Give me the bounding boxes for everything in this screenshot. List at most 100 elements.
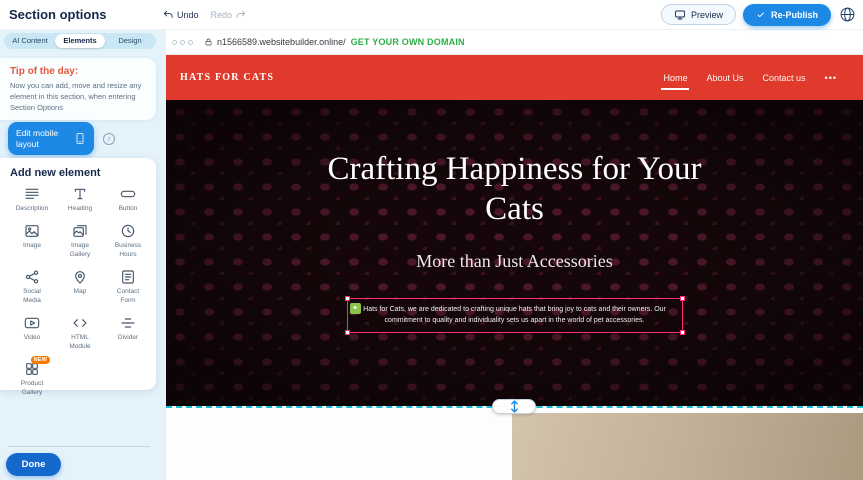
- element-image-gallery[interactable]: Image Gallery: [57, 223, 103, 259]
- edit-mobile-layout-label: Edit mobile layout: [16, 128, 69, 148]
- history-controls: Undo Redo: [160, 7, 249, 22]
- handle-dots: ····: [493, 403, 506, 410]
- tab-design[interactable]: Design: [105, 34, 155, 48]
- site-url[interactable]: n1566589.websitebuilder.online/: [217, 37, 346, 47]
- site-logo[interactable]: HATS FOR CATS: [180, 72, 274, 83]
- hero-subtitle[interactable]: More than Just Accessories: [416, 251, 612, 272]
- undo-icon: [163, 9, 174, 20]
- image-icon: [24, 223, 40, 239]
- tab-ai-content[interactable]: AI Content: [5, 34, 55, 48]
- ai-chip-icon[interactable]: ✦: [350, 303, 361, 314]
- handle-dots: ····: [522, 403, 535, 410]
- element-divider[interactable]: Divider: [105, 315, 151, 351]
- image-gallery-icon: [72, 223, 88, 239]
- hero-title[interactable]: Crafting Happiness for Your Cats: [315, 150, 715, 229]
- tip-card: Tip of the day: Now you can add, move an…: [0, 58, 156, 120]
- nav-contact-us[interactable]: Contact us: [763, 73, 806, 83]
- selection-handle[interactable]: [345, 330, 350, 335]
- selection-handle[interactable]: [345, 296, 350, 301]
- element-product-gallery[interactable]: NEW Product Gallery: [9, 361, 55, 397]
- preview-label: Preview: [691, 10, 723, 20]
- element-business-hours[interactable]: Business Hours: [105, 223, 151, 259]
- window-dot: [180, 40, 185, 45]
- social-media-icon: [24, 269, 40, 285]
- element-social-media[interactable]: Social Media: [9, 269, 55, 305]
- new-badge: NEW: [31, 356, 50, 364]
- element-label: Divider: [111, 334, 145, 342]
- tab-elements[interactable]: Elements: [55, 34, 105, 48]
- preview-button[interactable]: Preview: [661, 4, 736, 25]
- undo-label: Undo: [177, 10, 199, 20]
- element-heading[interactable]: Heading: [57, 186, 103, 213]
- get-domain-link[interactable]: GET YOUR OWN DOMAIN: [351, 37, 465, 47]
- globe-icon: [839, 6, 856, 23]
- add-element-title: Add new element: [10, 167, 151, 179]
- site-nav: Home About Us Contact us •••: [663, 73, 837, 83]
- element-html-module[interactable]: HTML Module: [57, 315, 103, 351]
- element-label: Image: [15, 242, 49, 250]
- info-icon[interactable]: i: [103, 133, 115, 145]
- sidebar-tabs: AI Content Elements Design: [4, 33, 156, 49]
- page-title: Section options: [0, 7, 160, 22]
- hero-section[interactable]: Crafting Happiness for Your Cats More th…: [166, 100, 863, 406]
- topbar-actions: Preview Re-Publish: [661, 4, 863, 26]
- next-section-image[interactable]: [512, 413, 863, 480]
- hero-paragraph[interactable]: Hats for Cats, we are dedicated to craft…: [354, 304, 676, 326]
- sidebar: AI Content Elements Design Tip of the da…: [0, 30, 166, 480]
- browser-chrome: n1566589.websitebuilder.online/ GET YOUR…: [166, 30, 863, 55]
- selection-handle[interactable]: [680, 296, 685, 301]
- element-label: Description: [15, 205, 49, 213]
- undo-button[interactable]: Undo: [160, 7, 202, 22]
- map-icon: [72, 269, 88, 285]
- selection-handle[interactable]: [680, 330, 685, 335]
- element-label: Business Hours: [111, 242, 145, 259]
- element-label: Social Media: [15, 288, 49, 305]
- mobile-layout-row: Edit mobile layout i: [8, 122, 115, 155]
- site-preview: HATS FOR CATS Home About Us Contact us •…: [166, 55, 863, 406]
- contact-form-icon: [120, 269, 136, 285]
- redo-label: Redo: [211, 10, 233, 20]
- nav-about-us[interactable]: About Us: [706, 73, 743, 83]
- element-label: Product Gallery: [15, 380, 49, 397]
- nav-more-icon[interactable]: •••: [825, 73, 837, 83]
- element-label: Map: [63, 288, 97, 296]
- element-label: Heading: [63, 205, 97, 213]
- republish-label: Re-Publish: [771, 10, 818, 20]
- divider-icon: [120, 315, 136, 331]
- topbar: Section options Undo Redo Preview Re-Pub…: [0, 0, 863, 30]
- site-header[interactable]: HATS FOR CATS Home About Us Contact us •…: [166, 55, 863, 100]
- element-map[interactable]: Map: [57, 269, 103, 305]
- window-dot: [188, 40, 193, 45]
- window-dot: [172, 40, 177, 45]
- language-globe-button[interactable]: [838, 6, 856, 24]
- republish-button[interactable]: Re-Publish: [743, 4, 831, 26]
- tip-body: Now you can add, move and resize any ele…: [10, 81, 146, 114]
- done-button[interactable]: Done: [6, 453, 61, 476]
- redo-button[interactable]: Redo: [208, 7, 250, 22]
- heading-icon: [72, 186, 88, 202]
- add-element-panel: Add new element Description Heading Butt…: [0, 158, 156, 390]
- tip-title: Tip of the day:: [10, 66, 146, 77]
- hero-paragraph-selection[interactable]: ✦ Hats for Cats, we are dedicated to cra…: [347, 298, 683, 332]
- monitor-icon: [674, 9, 686, 21]
- element-label: Button: [111, 205, 145, 213]
- video-icon: [24, 315, 40, 331]
- element-button[interactable]: Button: [105, 186, 151, 213]
- element-description[interactable]: Description: [9, 186, 55, 213]
- description-icon: [24, 186, 40, 202]
- button-icon: [120, 186, 136, 202]
- element-grid: Description Heading Button Image Image G…: [9, 186, 151, 397]
- element-contact-form[interactable]: Contact Form: [105, 269, 151, 305]
- element-label: Image Gallery: [63, 242, 97, 259]
- redo-icon: [235, 9, 246, 20]
- edit-mobile-layout-button[interactable]: Edit mobile layout: [8, 122, 94, 155]
- element-video[interactable]: Video: [9, 315, 55, 351]
- lock-icon: [204, 37, 213, 47]
- phone-icon: [74, 129, 86, 148]
- element-label: Contact Form: [111, 288, 145, 305]
- nav-home[interactable]: Home: [663, 73, 687, 83]
- section-resize-handle[interactable]: ···· ····: [492, 399, 536, 414]
- element-image[interactable]: Image: [9, 223, 55, 259]
- element-label: Video: [15, 334, 49, 342]
- html-module-icon: [72, 315, 88, 331]
